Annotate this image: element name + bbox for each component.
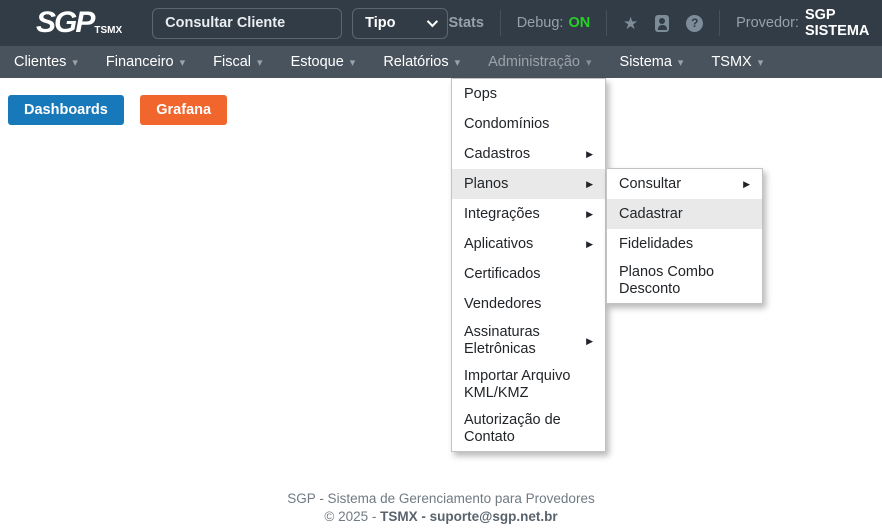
nav-label: Sistema xyxy=(620,54,672,70)
top-header-bar: SGP TSMX Tipo Stats Debug: ON ★ ? Proved… xyxy=(0,0,882,46)
debug-on-badge: ON xyxy=(568,15,590,31)
submenu-item-consultar[interactable]: Consultar ▶ xyxy=(607,169,762,199)
planos-submenu: Consultar ▶ Cadastrar Fidelidades Planos… xyxy=(606,168,763,304)
submenu-arrow-icon: ▶ xyxy=(586,236,593,253)
footer-copyright: © 2025 - xyxy=(324,509,380,524)
nav-label: Estoque xyxy=(291,54,344,70)
nav-label: Clientes xyxy=(14,54,66,70)
chevron-down-icon: ▾ xyxy=(180,56,186,69)
submenu-arrow-icon: ▶ xyxy=(586,176,593,193)
submenu-arrow-icon: ▶ xyxy=(586,146,593,163)
footer-support-link[interactable]: TSMX - suporte@sgp.net.br xyxy=(380,509,557,524)
menu-item-planos[interactable]: Planos ▶ xyxy=(452,169,605,199)
nav-item-fiscal[interactable]: Fiscal ▾ xyxy=(199,46,276,78)
divider xyxy=(500,10,501,36)
grafana-button[interactable]: Grafana xyxy=(140,95,227,125)
menu-item-aplicativos[interactable]: Aplicativos ▶ xyxy=(452,229,605,259)
menu-item-label: Importar Arquivo KML/KMZ xyxy=(464,368,593,402)
menu-item-label: Assinaturas Eletrônicas xyxy=(464,324,586,358)
chevron-down-icon: ▾ xyxy=(350,56,356,69)
menu-item-label: Aplicativos xyxy=(464,236,586,253)
sgp-logo[interactable]: SGP TSMX xyxy=(36,9,122,37)
dashboards-button[interactable]: Dashboards xyxy=(8,95,124,125)
menu-item-vendedores[interactable]: Vendedores xyxy=(452,289,605,319)
header-icon-group: ★ ? xyxy=(623,15,703,32)
menu-item-cadastros[interactable]: Cadastros ▶ xyxy=(452,139,605,169)
menu-item-pops[interactable]: Pops xyxy=(452,79,605,109)
administracao-dropdown-menu: Pops Condomínios Cadastros ▶ Planos ▶ In… xyxy=(451,78,606,452)
menu-item-label: Planos xyxy=(464,176,586,193)
chevron-down-icon: ▾ xyxy=(586,56,592,69)
menu-item-label: Fidelidades xyxy=(619,236,750,253)
provider-info: Provedor: SGP SISTEMA xyxy=(736,7,870,39)
menu-item-label: Planos Combo Desconto xyxy=(619,264,750,298)
menu-item-label: Condomínios xyxy=(464,116,593,133)
nav-item-estoque[interactable]: Estoque ▾ xyxy=(277,46,370,78)
footer-line1: SGP - Sistema de Gerenciamento para Prov… xyxy=(0,490,882,508)
contact-badge-icon[interactable] xyxy=(655,15,669,32)
nav-label: TSMX xyxy=(711,54,751,70)
provider-label: Provedor: xyxy=(736,15,799,31)
divider xyxy=(719,10,720,36)
submenu-item-planos-combo-desconto[interactable]: Planos Combo Desconto xyxy=(607,259,762,303)
nav-item-financeiro[interactable]: Financeiro ▾ xyxy=(92,46,199,78)
search-client-input[interactable] xyxy=(152,8,342,39)
divider xyxy=(606,10,607,36)
menu-item-certificados[interactable]: Certificados xyxy=(452,259,605,289)
menu-item-label: Autorização de Contato xyxy=(464,412,593,446)
page-footer: SGP - Sistema de Gerenciamento para Prov… xyxy=(0,490,882,532)
menu-item-assinaturas-eletronicas[interactable]: Assinaturas Eletrônicas ▶ xyxy=(452,319,605,363)
menu-item-label: Certificados xyxy=(464,266,593,283)
chevron-down-icon: ▾ xyxy=(72,56,78,69)
menu-item-label: Cadastros xyxy=(464,146,586,163)
submenu-arrow-icon: ▶ xyxy=(743,176,750,193)
menu-item-label: Consultar xyxy=(619,176,743,193)
chevron-down-icon: ▾ xyxy=(678,56,684,69)
nav-label: Administração xyxy=(488,54,580,70)
chevron-down-icon xyxy=(427,16,438,27)
menu-item-condominios[interactable]: Condomínios xyxy=(452,109,605,139)
submenu-arrow-icon: ▶ xyxy=(586,206,593,223)
star-favorites-icon[interactable]: ★ xyxy=(623,15,638,32)
nav-item-tsmx[interactable]: TSMX ▾ xyxy=(697,46,777,78)
topbar-right-group: Stats Debug: ON ★ ? Provedor: SGP SISTEM… xyxy=(448,7,870,39)
chevron-down-icon: ▾ xyxy=(257,56,263,69)
submenu-arrow-icon: ▶ xyxy=(586,333,593,350)
menu-item-label: Cadastrar xyxy=(619,206,750,223)
nav-label: Fiscal xyxy=(213,54,251,70)
nav-label: Relatórios xyxy=(383,54,448,70)
nav-item-administracao[interactable]: Administração ▾ xyxy=(474,46,605,78)
debug-label: Debug: xyxy=(517,15,564,31)
provider-value: SGP SISTEMA xyxy=(805,7,870,39)
nav-item-relatorios[interactable]: Relatórios ▾ xyxy=(369,46,474,78)
stats-link[interactable]: Stats xyxy=(448,15,483,31)
menu-item-label: Vendedores xyxy=(464,296,593,313)
menu-item-integracoes[interactable]: Integrações ▶ xyxy=(452,199,605,229)
submenu-item-fidelidades[interactable]: Fidelidades xyxy=(607,229,762,259)
nav-item-clientes[interactable]: Clientes ▾ xyxy=(0,46,92,78)
chevron-down-icon: ▾ xyxy=(455,56,461,69)
type-select[interactable]: Tipo xyxy=(352,8,448,39)
main-nav-bar: Clientes ▾ Financeiro ▾ Fiscal ▾ Estoque… xyxy=(0,46,882,78)
menu-item-autorizacao-de-contato[interactable]: Autorização de Contato xyxy=(452,407,605,451)
submenu-item-cadastrar[interactable]: Cadastrar xyxy=(607,199,762,229)
footer-line2: © 2025 - TSMX - suporte@sgp.net.br xyxy=(0,508,882,526)
nav-label: Financeiro xyxy=(106,54,174,70)
logo-text: SGP xyxy=(36,9,93,37)
menu-item-label: Pops xyxy=(464,86,593,103)
type-select-value: Tipo xyxy=(365,15,395,31)
logo-sub-text: TSMX xyxy=(94,25,122,37)
debug-status: Debug: ON xyxy=(517,15,591,31)
menu-item-importar-arquivo-kml-kmz[interactable]: Importar Arquivo KML/KMZ xyxy=(452,363,605,407)
help-icon[interactable]: ? xyxy=(686,15,703,32)
menu-item-label: Integrações xyxy=(464,206,586,223)
nav-item-sistema[interactable]: Sistema ▾ xyxy=(606,46,698,78)
chevron-down-icon: ▾ xyxy=(758,56,764,69)
